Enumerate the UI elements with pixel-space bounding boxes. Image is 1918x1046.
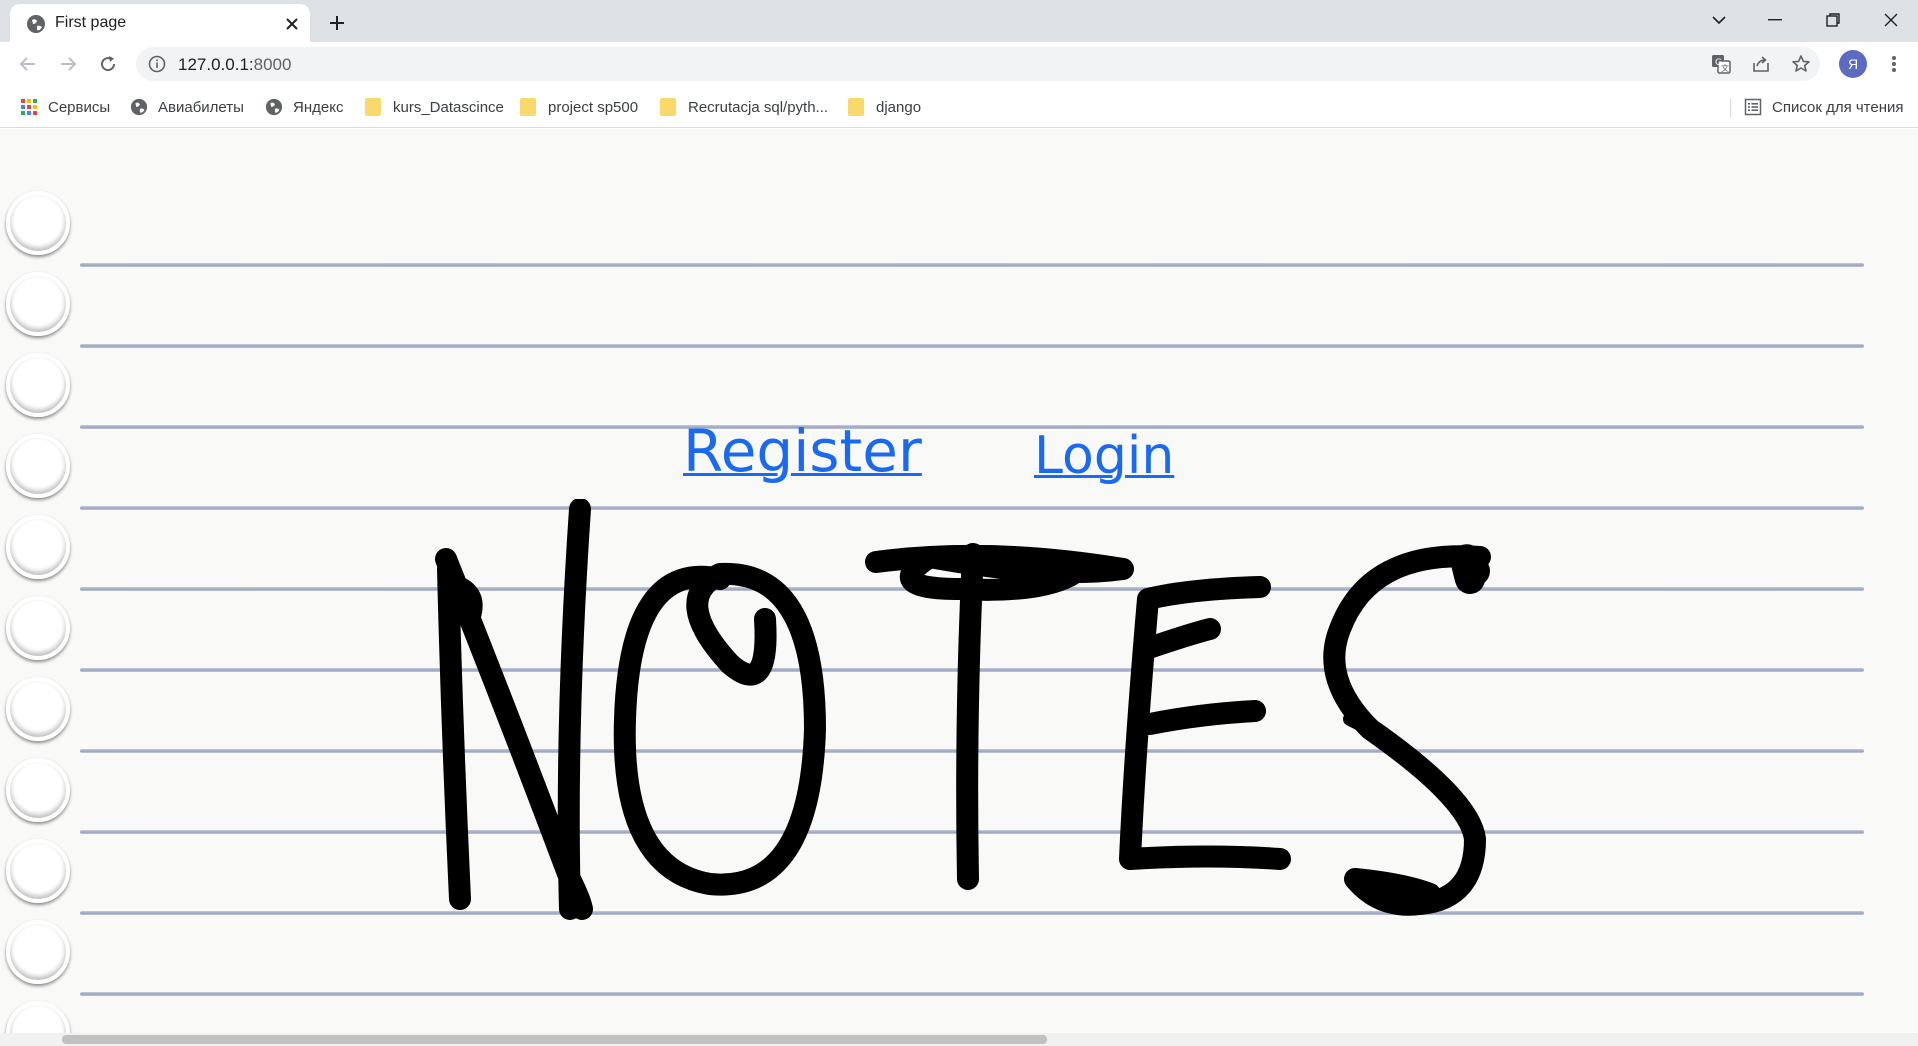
bookmark-folder-kurs[interactable]: kurs_Datascince (365, 96, 504, 118)
back-button[interactable] (14, 50, 42, 78)
globe-icon (130, 98, 148, 116)
ruled-line (80, 992, 1864, 996)
register-link[interactable]: Register (683, 417, 922, 485)
scrollbar-thumb[interactable] (62, 1035, 1047, 1044)
ruled-line (80, 344, 1864, 348)
globe-icon (27, 15, 45, 33)
binder-ring (6, 596, 70, 660)
tab-strip: First page (0, 0, 1918, 42)
forward-button[interactable] (54, 50, 82, 78)
apps-grid-icon (21, 99, 37, 115)
browser-toolbar: 127.0.0.1:8000 G文 Я (0, 42, 1918, 86)
tab-search-icon[interactable] (1696, 4, 1742, 36)
bookmark-label: Сервисы (48, 98, 111, 116)
reload-button[interactable] (94, 50, 122, 78)
binder-ring (6, 677, 70, 741)
reading-list-label: Список для чтения (1772, 98, 1904, 116)
notes-logo (435, 499, 1491, 920)
share-icon[interactable] (1750, 53, 1772, 75)
login-link[interactable]: Login (1034, 426, 1174, 486)
more-menu-icon[interactable] (1880, 50, 1908, 78)
profile-avatar[interactable]: Я (1839, 50, 1867, 78)
svg-text:文: 文 (1721, 63, 1729, 73)
bookmark-label: kurs_Datascince (393, 98, 504, 116)
reading-list-icon (1744, 98, 1762, 116)
binder-ring (6, 434, 70, 498)
bookmark-folder-recrutacja[interactable]: Recrutacja sql/pyth... (660, 96, 828, 118)
minimize-button[interactable] (1752, 4, 1798, 36)
bookmark-label: django (876, 98, 922, 116)
bookmark-star-icon[interactable] (1790, 53, 1812, 75)
address-bar[interactable]: 127.0.0.1:8000 G文 (136, 47, 1820, 81)
binder-ring (6, 758, 70, 822)
folder-icon (848, 98, 864, 116)
bookmarks-separator (1730, 98, 1731, 118)
bookmark-aviabilety[interactable]: Авиабилеты (130, 96, 244, 118)
url-text[interactable]: 127.0.0.1:8000 (178, 55, 291, 75)
bookmark-folder-sp500[interactable]: project sp500 (520, 96, 638, 118)
binder-ring (6, 353, 70, 417)
folder-icon (520, 98, 536, 116)
bookmark-label: Recrutacja sql/pyth... (688, 98, 829, 116)
bookmark-services[interactable]: Сервисы (20, 96, 110, 118)
ruled-line (80, 263, 1864, 267)
new-tab-button[interactable] (324, 10, 350, 36)
binder-ring (6, 515, 70, 579)
globe-icon (265, 98, 283, 116)
binder-ring (6, 191, 70, 255)
bookmark-yandex[interactable]: Яндекс (265, 96, 343, 118)
binder-ring (6, 1001, 70, 1033)
ruled-line (80, 425, 1864, 429)
folder-icon (660, 98, 676, 116)
close-window-button[interactable] (1868, 4, 1914, 36)
bookmark-label: project sp500 (548, 98, 639, 116)
restore-button[interactable] (1810, 4, 1856, 36)
binder-ring (6, 920, 70, 984)
horizontal-scrollbar[interactable] (0, 1033, 1918, 1046)
notebook-page: Register Login (0, 129, 1918, 1033)
tab-first-page[interactable]: First page (10, 4, 310, 42)
translate-icon[interactable]: G文 (1710, 53, 1732, 75)
binder-ring (6, 839, 70, 903)
reading-list-button[interactable]: Список для чтения (1744, 96, 1904, 118)
folder-icon (365, 98, 381, 116)
site-info-icon[interactable] (148, 55, 166, 73)
bookmark-folder-django[interactable]: django (848, 96, 921, 118)
close-tab-icon[interactable] (282, 14, 302, 34)
bookmarks-bar: Сервисы Авиабилеты Яндекс kurs_Datascinc… (0, 86, 1918, 128)
bookmark-label: Яндекс (293, 98, 344, 116)
binder-ring (6, 272, 70, 336)
bookmark-label: Авиабилеты (158, 98, 244, 116)
tab-title: First page (55, 14, 127, 31)
